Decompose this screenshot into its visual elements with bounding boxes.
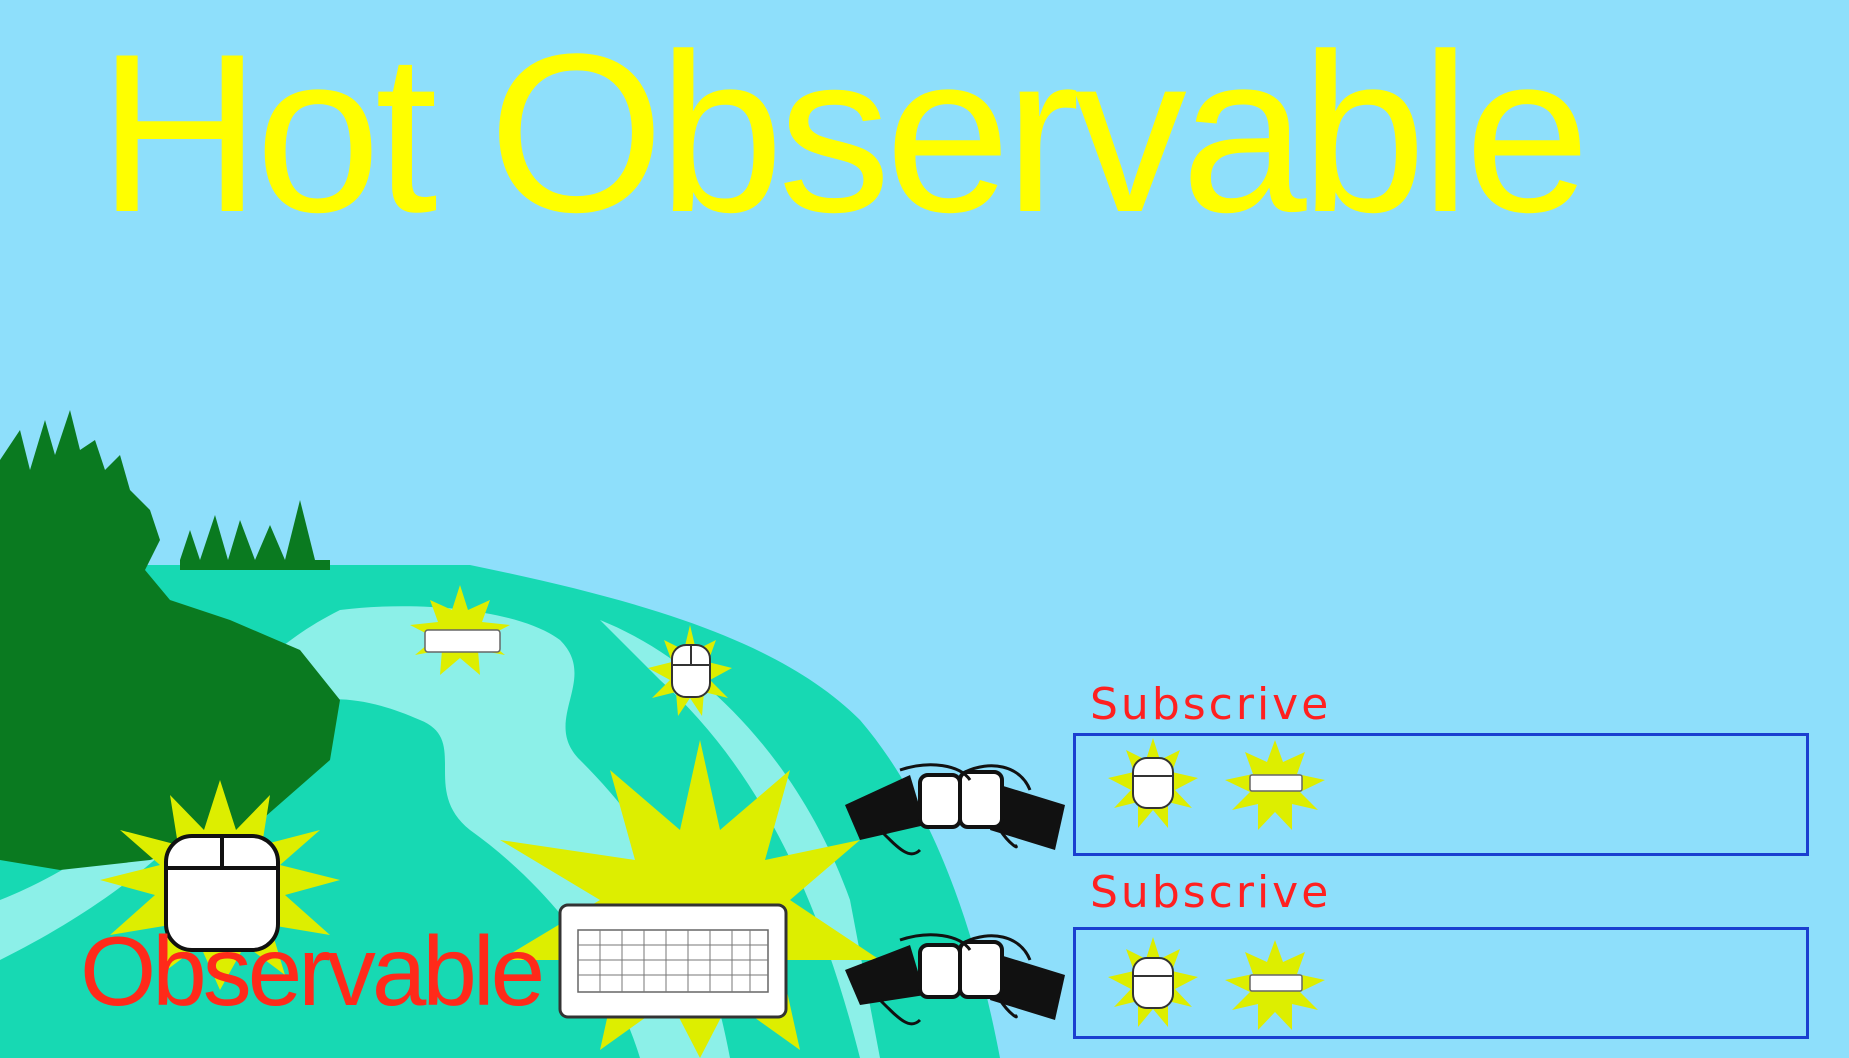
subscription-timeline-2 bbox=[1073, 927, 1809, 1039]
subscribe-label-1: Subscrive bbox=[1090, 679, 1332, 730]
observable-label: Observable bbox=[80, 916, 545, 1026]
slide-title: Hot Observable bbox=[98, 6, 1590, 259]
subscribe-label-2: Subscrive bbox=[1090, 867, 1332, 918]
keyboard-icon bbox=[558, 903, 788, 1019]
subscription-timeline-1 bbox=[1073, 733, 1809, 856]
slide: Hot Observable Observable Subscrive Subs… bbox=[0, 0, 1849, 1058]
keyboard-icon bbox=[424, 629, 501, 653]
forest-back bbox=[180, 500, 330, 570]
